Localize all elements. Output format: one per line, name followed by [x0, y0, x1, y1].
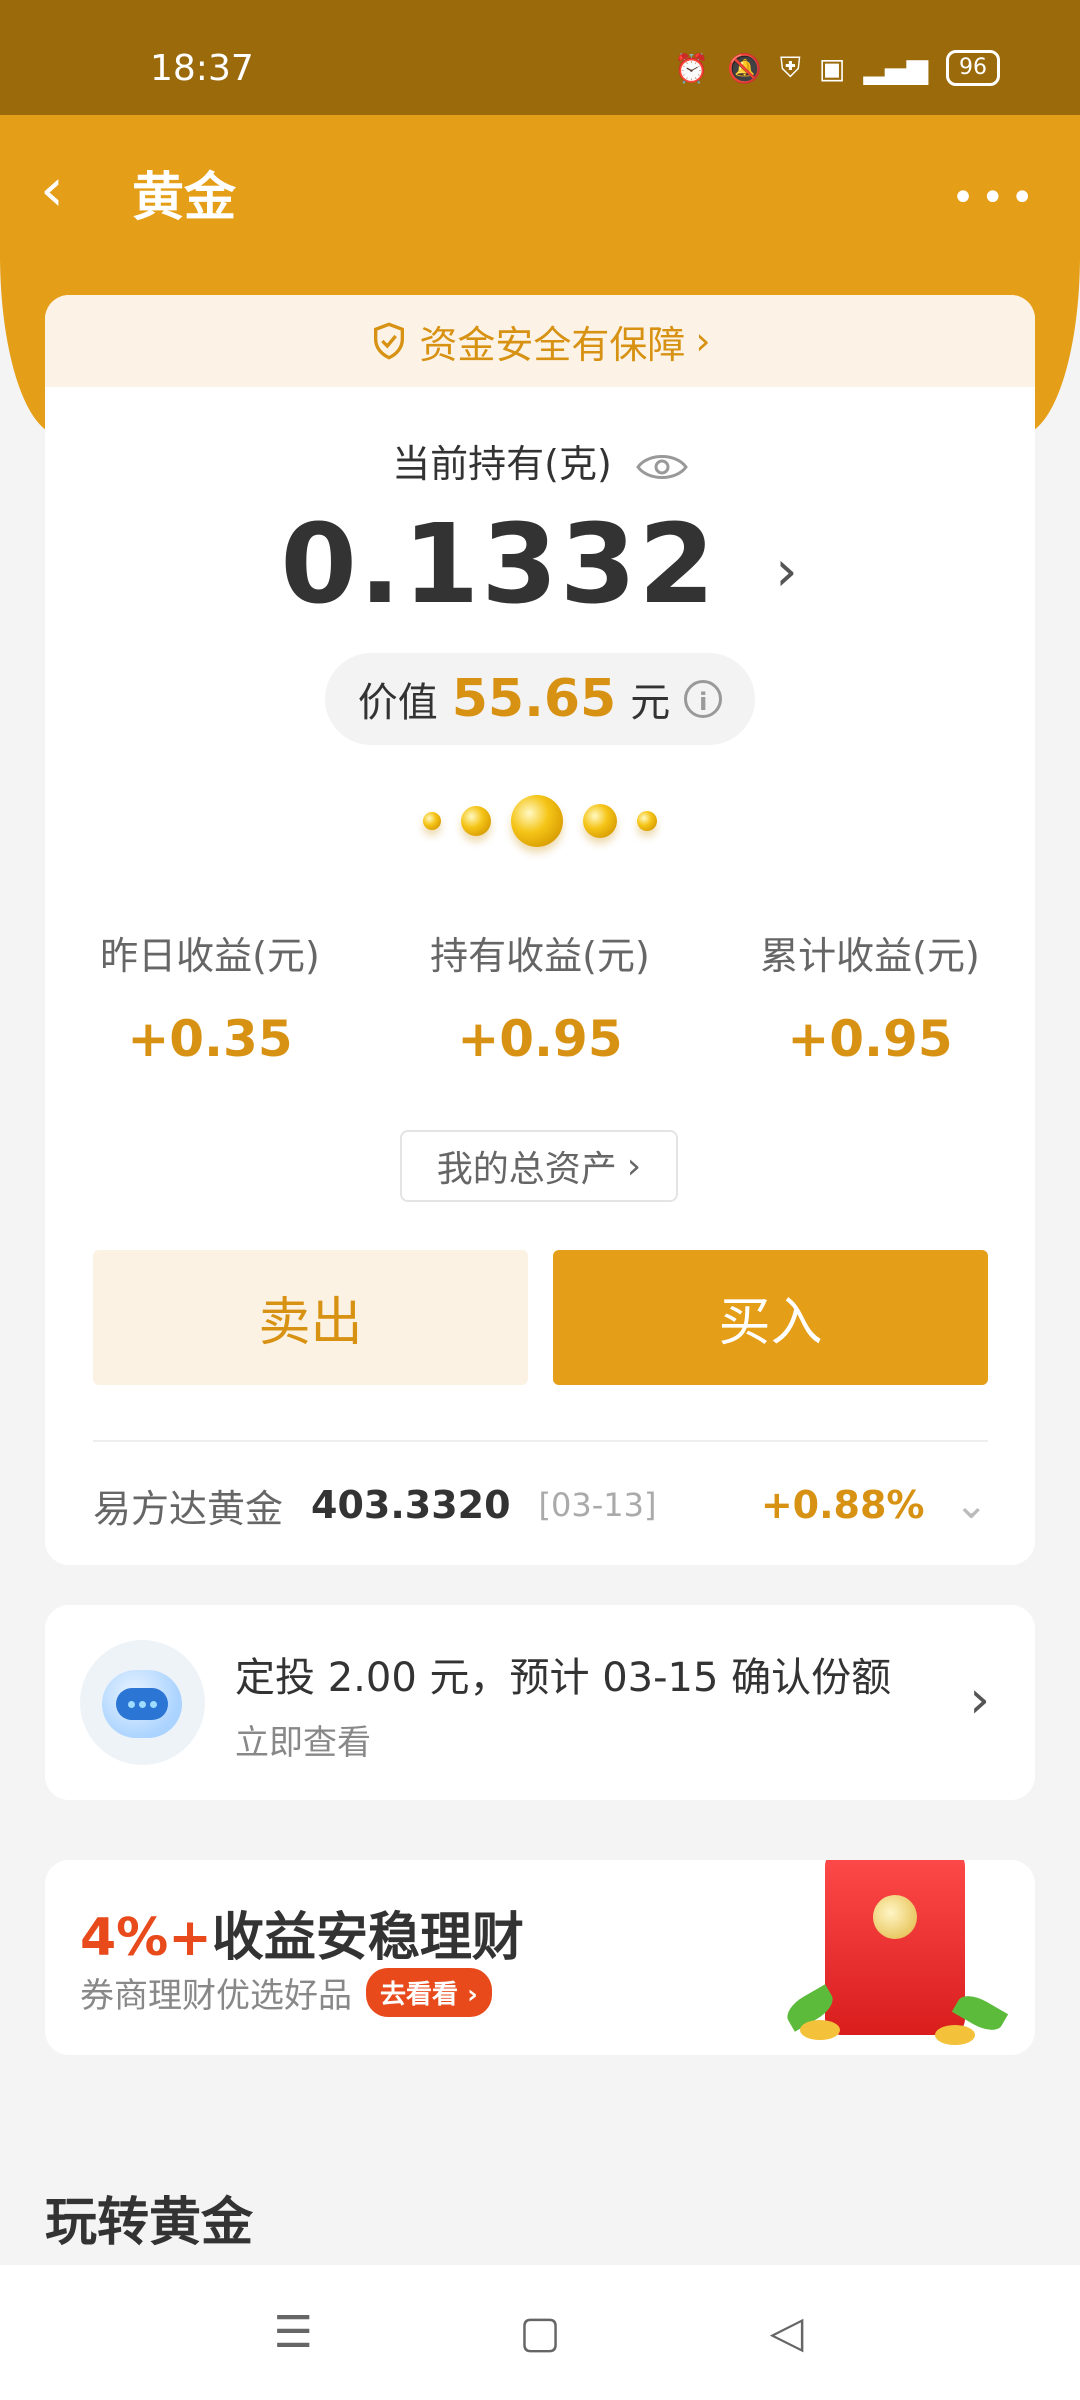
sell-button[interactable]: 卖出: [93, 1250, 528, 1385]
info-icon[interactable]: i: [684, 680, 723, 718]
fund-nav: 403.3320: [311, 1483, 511, 1527]
gold-bead: [637, 811, 657, 831]
holding-amount: 0.1332: [280, 500, 717, 628]
robot-face: [116, 1688, 168, 1720]
status-time: 18:37: [150, 48, 254, 89]
stat-label: 累计收益(元): [760, 934, 980, 978]
chevron-right-icon: ›: [695, 319, 711, 363]
chevron-right-icon: ›: [626, 1145, 642, 1187]
shield-check-icon: [374, 322, 405, 360]
stat-value: +0.95: [787, 1010, 953, 1068]
fund-info-row[interactable]: 易方达黄金 403.3320 [03-13] +0.88% ⌄: [93, 1470, 988, 1540]
holding-card: 资金安全有保障 › 当前持有(克) 0.1332 › 价值 55.65 元 i …: [45, 295, 1035, 1565]
divider: [93, 1440, 988, 1442]
fund-safety-banner[interactable]: 资金安全有保障 ›: [45, 295, 1035, 387]
stat-yesterday: 昨日收益(元) +0.35: [45, 925, 375, 1068]
buy-button[interactable]: 买入: [553, 1250, 988, 1385]
stat-value: +0.95: [457, 1010, 623, 1068]
safety-text: 资金安全有保障: [419, 322, 686, 367]
promo-subtitle: 券商理财优选好品: [80, 1976, 352, 2016]
promo-go-label: 去看看: [380, 1980, 459, 2010]
robot-avatar-icon: [80, 1640, 205, 1765]
fund-name: 易方达黄金: [93, 1486, 284, 1531]
value-label: 价值: [357, 680, 438, 726]
red-packet-illustration: [825, 1860, 965, 2035]
holding-label-row: 当前持有(克): [45, 433, 1035, 488]
robot-head: [102, 1670, 182, 1738]
gold-bead: [583, 804, 617, 838]
chevron-down-icon[interactable]: ⌄: [954, 1482, 988, 1528]
promo-go-button[interactable]: 去看看 ›: [366, 1968, 492, 2017]
status-icons: ⏰ 🔕 ⛨ ▣ ▂▄▆ 96: [674, 50, 1000, 86]
hd-icon: ▣: [818, 51, 846, 85]
fund-date: [03-13]: [538, 1486, 657, 1524]
total-assets-label: 我的总资产: [436, 1149, 617, 1190]
stat-cumulative: 累计收益(元) +0.95: [705, 925, 1035, 1068]
auto-invest-card[interactable]: 定投 2.00 元，预计 03-15 确认份额 立即查看 ›: [45, 1605, 1035, 1800]
system-nav-bar: ☰ ▢ ◁: [0, 2265, 1080, 2400]
promo-subtitle-row: 券商理财优选好品 去看看 ›: [80, 1968, 492, 2017]
section-title: 玩转黄金: [45, 2193, 254, 2253]
gold-bead: [461, 806, 491, 836]
back-nav-icon[interactable]: ◁: [757, 2303, 817, 2363]
red-packet-seal: [873, 1895, 917, 1939]
home-nav-icon[interactable]: ▢: [510, 2303, 570, 2363]
auto-invest-title: 定投 2.00 元，预计 03-15 确认份额: [235, 1655, 892, 1701]
robot-eye: [149, 1700, 157, 1708]
holding-label: 当前持有(克): [392, 442, 612, 486]
page-title: 黄金: [132, 168, 237, 228]
promo-banner[interactable]: 4%+收益安稳理财 券商理财优选好品 去看看 ›: [45, 1860, 1035, 2055]
earnings-stats: 昨日收益(元) +0.35 持有收益(元) +0.95 累计收益(元) +0.9…: [45, 925, 1035, 1068]
robot-eye: [138, 1700, 146, 1708]
menu-nav-icon[interactable]: ☰: [263, 2303, 323, 2363]
value-unit: 元: [630, 680, 671, 726]
mute-icon: 🔕: [727, 51, 762, 85]
auto-invest-subtitle: 立即查看: [235, 1723, 371, 1763]
chevron-right-icon: ›: [775, 539, 800, 605]
back-icon[interactable]: ‹: [40, 160, 110, 230]
promo-highlight: 4%+: [80, 1908, 212, 1968]
total-assets-button[interactable]: 我的总资产 ›: [400, 1130, 678, 1202]
value-pill: 价值 55.65 元 i: [325, 653, 755, 745]
alarm-icon: ⏰: [674, 51, 710, 85]
stat-label: 持有收益(元): [430, 934, 650, 978]
promo-title: 4%+收益安稳理财: [80, 1895, 524, 1970]
shield-status-icon: ⛨: [779, 51, 801, 84]
coin-decoration: [800, 2020, 840, 2040]
promo-title-text: 收益安稳理财: [211, 1908, 524, 1968]
value-amount: 55.65: [451, 669, 617, 729]
chevron-right-icon: ›: [969, 1670, 990, 1730]
signal-icon: ▂▄▆: [863, 51, 928, 85]
gold-beads-decoration: [45, 795, 1035, 847]
stat-holding: 持有收益(元) +0.95: [375, 925, 705, 1068]
holding-amount-row[interactable]: 0.1332 ›: [45, 500, 1035, 628]
gold-bead: [423, 812, 441, 830]
eye-icon[interactable]: [636, 451, 688, 483]
fund-change: +0.88%: [760, 1483, 925, 1527]
stat-value: +0.35: [127, 1010, 293, 1068]
coin-decoration: [935, 2025, 975, 2045]
more-options-icon[interactable]: •••: [951, 175, 1040, 221]
robot-eye: [127, 1700, 135, 1708]
app-header: ‹ 黄金 •••: [0, 115, 1080, 260]
status-bar: 18:37 ⏰ 🔕 ⛨ ▣ ▂▄▆ 96: [0, 0, 1080, 115]
gold-bead: [511, 795, 563, 847]
stat-label: 昨日收益(元): [100, 934, 320, 978]
battery-indicator: 96: [946, 50, 1000, 86]
